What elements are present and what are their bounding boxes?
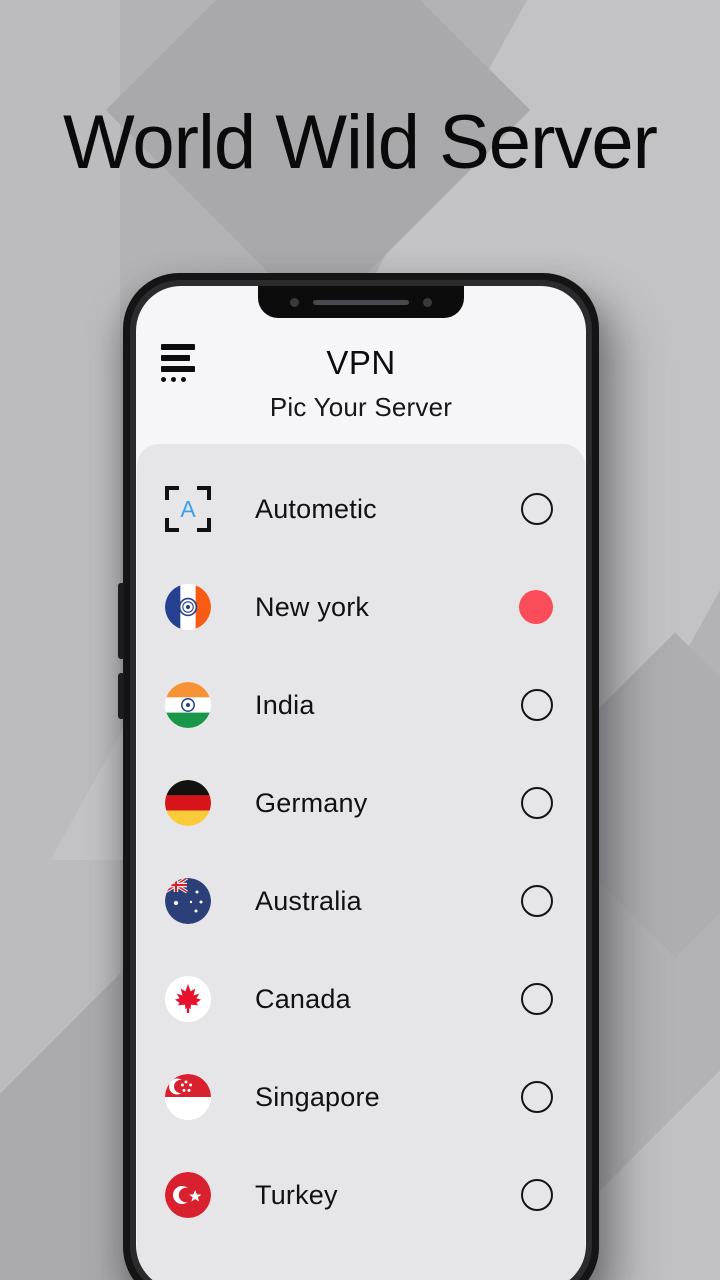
server-label: Singapore [255,1081,380,1112]
camera-sensor-icon [290,297,299,307]
server-radio-turkey[interactable] [521,1179,553,1211]
flag-australia-icon [165,878,211,924]
auto-letter: A [180,495,196,522]
server-label: Turkey [255,1179,338,1210]
flag-germany-icon [165,780,211,826]
page-title: World Wild Server [63,100,658,185]
server-row-singapore[interactable]: Singapore [137,1048,585,1146]
flag-singapore-icon [165,1074,211,1120]
server-row-australia[interactable]: Australia [137,852,585,950]
server-label: Australia [255,885,362,916]
server-row-india[interactable]: India [137,656,585,754]
proximity-sensor-icon [423,297,432,307]
phone-notch [258,286,464,318]
server-row-canada[interactable]: Canada [137,950,585,1048]
screenshot-root: World Wild Server VPN Pic Your Server A … [0,0,720,1280]
server-row-turkey[interactable]: Turkey [137,1146,585,1244]
server-label: Germany [255,787,368,818]
auto-detect-icon: A [165,486,211,532]
flag-turkey-icon [165,1172,211,1218]
earpiece-speaker-icon [313,299,409,305]
server-radio-australia[interactable] [521,885,553,917]
app-title: VPN [326,344,396,381]
server-label: New york [255,591,370,622]
phone-power-button [118,673,124,719]
server-list-card: A Autometic New york India Germany Austr… [137,444,585,1280]
server-radio-autometic[interactable] [521,493,553,525]
server-radio-india[interactable] [521,689,553,721]
server-radio-singapore[interactable] [521,1081,553,1113]
server-row-autometic[interactable]: A Autometic [137,460,585,558]
server-row-new-york[interactable]: New york [137,558,585,656]
flag-canada-icon [165,976,211,1022]
phone-screen: VPN Pic Your Server A Autometic New york… [136,286,586,1280]
flag-india-icon [165,682,211,728]
phone-mockup: VPN Pic Your Server A Autometic New york… [118,273,599,1280]
server-radio-canada[interactable] [521,983,553,1015]
server-radio-germany[interactable] [521,787,553,819]
server-label: Autometic [255,493,377,524]
server-label: Canada [255,983,351,1014]
flag-new-york-icon [165,584,211,630]
server-row-germany[interactable]: Germany [137,754,585,852]
phone-volume-button [118,583,124,659]
server-radio-new-york[interactable] [519,590,553,624]
server-label: India [255,689,315,720]
